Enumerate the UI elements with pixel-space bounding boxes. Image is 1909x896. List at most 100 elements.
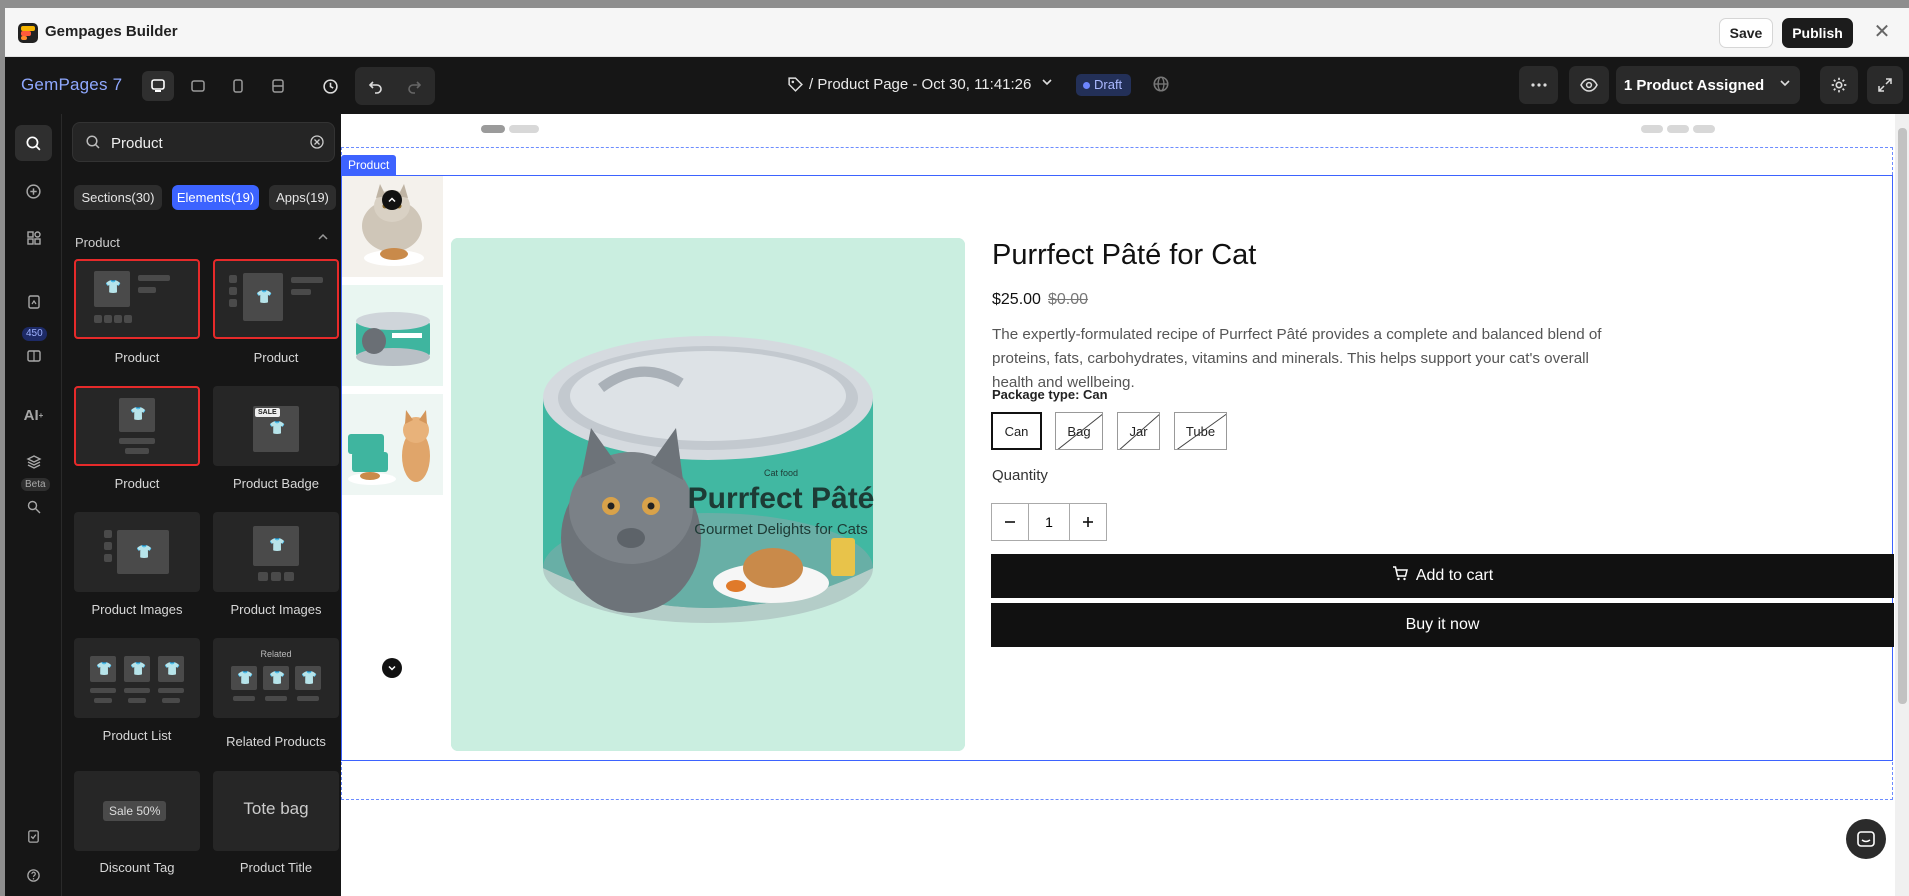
product-price: $25.00 [992,291,1041,308]
product-main-image[interactable]: Cat food Purrfect Pâté Gourmet Delights … [451,238,965,751]
apps-icon[interactable] [15,220,52,256]
vertical-scrollbar[interactable] [1895,114,1909,896]
placeholder-dot [104,554,112,562]
search-input[interactable] [111,133,291,153]
help-icon[interactable] [15,857,52,893]
header-placeholder [1667,125,1689,133]
product-thumbnail-2[interactable] [342,285,443,386]
can-tagline: Gourmet Delights for Cats [694,521,867,538]
desktop-view-icon[interactable] [142,71,174,101]
cart-icon [1392,566,1408,586]
variant-label: Can [1004,423,1029,439]
compare-price: $0.00 [1048,291,1089,308]
quantity-input[interactable]: 1 [1029,504,1069,540]
tshirt-icon: 👕 [90,656,116,682]
save-button[interactable]: Save [1719,18,1773,48]
element-card-product-1[interactable]: 👕 [74,259,200,339]
product-block[interactable]: Cat food Purrfect Pâté Gourmet Delights … [341,175,1894,761]
chevron-down-icon[interactable] [1040,75,1054,92]
tshirt-icon: 👕 [119,398,155,432]
plus-icon[interactable] [1069,504,1106,540]
element-card-product-badge[interactable]: 👕 SALE [213,386,339,466]
thumbnail-up-arrow-icon[interactable] [382,190,402,210]
placeholder-line [158,688,184,693]
placeholder-line [233,696,255,701]
more-options-button[interactable] [1519,66,1558,104]
tshirt-icon: 👕 [158,656,184,682]
mobile-view-icon[interactable] [222,71,254,101]
placeholder-line [124,688,150,693]
checklist-icon[interactable] [15,818,52,854]
search-icon[interactable] [15,125,52,161]
tab-elements[interactable]: Elements(19) [172,185,259,210]
ai-icon[interactable]: AI + [15,397,52,433]
layers-icon[interactable] [15,444,52,480]
minus-icon[interactable] [992,504,1029,540]
element-card-product-2[interactable]: 👕 [213,259,339,339]
globe-icon[interactable] [1152,75,1170,98]
library-icon[interactable] [15,338,52,374]
product-assigned-dropdown[interactable]: 1 Product Assigned [1616,66,1800,104]
strike-icon [1176,413,1226,449]
fullscreen-preview-icon[interactable] [262,71,294,101]
sale-50-tag: Sale 50% [103,801,167,821]
clear-search-icon[interactable] [309,134,325,155]
element-card-product-3[interactable]: 👕 [74,386,200,466]
settings-gear-icon[interactable] [1820,66,1858,104]
variant-option-tube[interactable]: Tube [1174,412,1227,450]
strike-icon [1119,414,1159,449]
undo-redo-group [355,67,435,105]
related-label: Related [260,649,292,659]
element-label: Product Badge [232,476,319,491]
variant-option-can[interactable]: Can [991,412,1042,450]
page-name[interactable]: / Product Page - Oct 30, 11:41:26 [809,76,1031,93]
redo-icon[interactable] [397,71,431,101]
quantity-label: Quantity [992,467,1048,484]
add-to-cart-label: Add to cart [1415,567,1494,584]
element-card-product-images-2[interactable]: 👕 [213,512,339,592]
undo-icon[interactable] [359,71,393,101]
chat-support-icon[interactable] [1846,819,1886,859]
tablet-view-icon[interactable] [182,71,214,101]
element-card-product-list[interactable]: 👕 👕 👕 [74,638,200,718]
placeholder-dot [104,542,112,550]
group-title: Product [75,235,120,250]
thumbnail-down-arrow-icon[interactable] [382,658,402,678]
close-icon[interactable]: ✕ [1871,21,1893,43]
element-label: Product Images [91,602,183,617]
element-card-product-title[interactable]: Tote bag [213,771,339,851]
product-thumbnail-3[interactable] [342,394,443,495]
tshirt-icon: 👕 [263,666,289,690]
search-settings-icon[interactable] [15,489,52,525]
add-element-icon[interactable] [15,173,52,209]
variant-option-bag[interactable]: Bag [1055,412,1103,450]
element-card-related-products[interactable]: Related 👕 👕 👕 [213,638,339,718]
add-to-cart-button[interactable]: Add to cart [991,554,1894,598]
placeholder-line [297,696,319,701]
product-title: Purrfect Pâté for Cat [992,239,1257,271]
product-section-tag[interactable]: Product [341,155,397,175]
buy-it-now-button[interactable]: Buy it now [991,603,1894,647]
history-icon[interactable] [314,71,346,101]
chevron-up-icon[interactable] [317,231,329,246]
pages-icon[interactable] [15,284,52,320]
tshirt-icon: 👕 [253,526,299,566]
placeholder-line [94,698,112,703]
variant-option-jar[interactable]: Jar [1117,412,1160,450]
tab-apps[interactable]: Apps(19) [269,185,336,210]
tshirt-icon: 👕 [117,530,169,574]
placeholder-dot [229,287,237,295]
status-badge: Draft [1076,74,1132,96]
placeholder-dot [114,315,122,323]
placeholder-dot [229,275,237,283]
placeholder-dot [124,315,132,323]
element-card-product-images-1[interactable]: 👕 [74,512,200,592]
scrollbar-thumb[interactable] [1898,128,1907,704]
element-card-discount-tag[interactable]: Sale 50% [74,771,200,851]
expand-icon[interactable] [1867,66,1903,104]
preview-eye-icon[interactable] [1569,66,1609,104]
title-bar: Gempages Builder Save Publish ✕ [5,8,1909,57]
placeholder-line [162,698,180,703]
tab-sections[interactable]: Sections(30) [74,185,162,210]
publish-button[interactable]: Publish [1782,18,1853,48]
